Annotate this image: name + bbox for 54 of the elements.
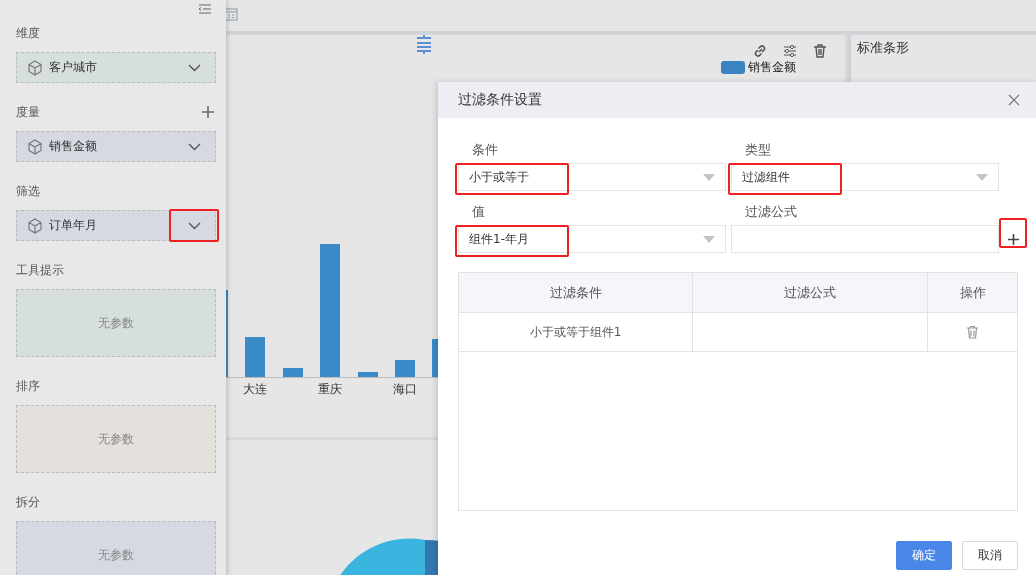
axis-label: 海口 xyxy=(392,381,418,398)
empty-hint: 无参数 xyxy=(98,314,134,332)
plus-icon[interactable] xyxy=(202,106,214,118)
bar xyxy=(245,337,265,377)
section-title: 拆分 xyxy=(16,493,40,511)
column-header: 操作 xyxy=(958,283,987,302)
field-pill[interactable]: 订单年月 xyxy=(16,210,216,241)
dialog-button[interactable]: 取消 xyxy=(962,541,1018,570)
field-name: 销售金额 xyxy=(49,138,98,155)
axis-label: 重庆 xyxy=(317,381,343,398)
section-title: 工具提示 xyxy=(16,261,64,279)
dropdown-icon xyxy=(703,173,715,181)
link-icon[interactable] xyxy=(752,43,768,59)
section-title: 筛选 xyxy=(16,182,40,200)
field-label: 条件 xyxy=(471,141,499,159)
section-title: 排序 xyxy=(16,377,40,395)
cube-icon xyxy=(27,138,43,155)
section-title: 维度 xyxy=(16,24,40,42)
section-title: 度量 xyxy=(16,103,40,121)
field-name: 客户城市 xyxy=(49,59,98,76)
field-label: 过滤公式 xyxy=(744,203,798,221)
chevron-down-icon[interactable] xyxy=(188,221,201,230)
dialog-title: 过滤条件设置 xyxy=(458,91,542,109)
delete-icon[interactable] xyxy=(966,325,979,339)
panel-title: 标准条形 xyxy=(857,39,909,57)
column-header: 过滤公式 xyxy=(693,273,928,312)
dropdown-icon xyxy=(703,235,715,243)
dropdown-icon xyxy=(976,173,988,181)
field-pill[interactable]: 客户城市 xyxy=(16,52,216,83)
bar xyxy=(358,372,378,377)
axis-label: 大连 xyxy=(242,381,268,398)
field-name: 订单年月 xyxy=(49,217,98,234)
column-header: 过滤条件 xyxy=(459,273,693,312)
chevron-down-icon[interactable] xyxy=(188,63,201,72)
table-cell: 小于或等于组件1 xyxy=(459,313,693,351)
dialog-button[interactable]: 确定 xyxy=(896,541,952,570)
empty-hint: 无参数 xyxy=(98,546,134,564)
cube-icon xyxy=(27,217,43,234)
field-pill[interactable]: 销售金额 xyxy=(16,131,216,162)
empty-hint: 无参数 xyxy=(98,430,134,448)
legend-label: 销售金额 xyxy=(748,59,796,76)
field-label: 类型 xyxy=(744,141,772,159)
bar xyxy=(395,360,415,377)
close-icon[interactable] xyxy=(1008,94,1020,106)
cube-icon xyxy=(27,59,43,76)
bar xyxy=(283,368,303,377)
field-label: 值 xyxy=(471,203,486,221)
legend-swatch xyxy=(721,61,745,74)
align-icon[interactable] xyxy=(416,35,432,55)
sliders-icon[interactable] xyxy=(782,43,798,59)
plus-icon[interactable] xyxy=(1007,233,1019,245)
trash-icon[interactable] xyxy=(812,43,828,59)
chevron-down-icon[interactable] xyxy=(188,142,201,151)
input-field[interactable] xyxy=(731,225,999,253)
